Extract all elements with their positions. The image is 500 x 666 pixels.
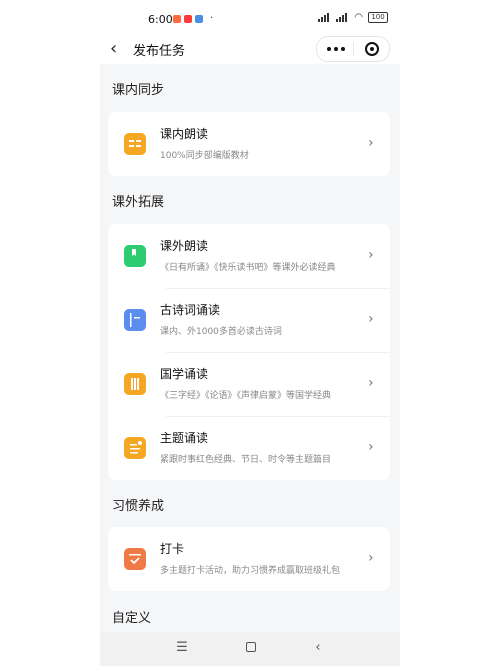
- notification-icons: ·: [173, 13, 213, 24]
- list-item-theme-reading[interactable]: 主题诵读 紧跟时事红色经典、节日、时令等主题篇目 ›: [108, 416, 390, 480]
- status-time: 6:00: [148, 13, 173, 26]
- signal-icon: [336, 13, 349, 22]
- home-icon[interactable]: [246, 642, 256, 652]
- close-mini-program-icon[interactable]: [365, 42, 379, 56]
- chevron-right-icon: ›: [368, 135, 374, 151]
- notification-app-icon: [195, 14, 203, 23]
- menu-icon[interactable]: ☰: [172, 640, 192, 655]
- status-bar: 6:00 · ◠ 100: [100, 0, 400, 36]
- more-options-icon[interactable]: [325, 44, 347, 54]
- chevron-right-icon: ›: [368, 439, 374, 455]
- item-title: 国学诵读: [160, 367, 209, 381]
- book-open-icon: [124, 133, 146, 155]
- section-title-extension: 课外拓展: [112, 195, 165, 210]
- item-description: 《三字经》《论语》《声律启蒙》等国学经典: [160, 391, 332, 401]
- item-description: 100%同步部编版教材: [160, 151, 249, 161]
- calendar-check-icon: [124, 548, 146, 570]
- scroll-icon: [124, 373, 146, 395]
- chevron-right-icon: ›: [368, 311, 374, 327]
- item-title: 课内朗读: [160, 127, 209, 141]
- section-title-custom: 自定义: [112, 611, 152, 626]
- list-item-poetry[interactable]: 古诗词诵读 课内、外1000多首必读古诗词 ›: [108, 288, 390, 352]
- app-screen: 6:00 · ◠ 100 ‹ 发布任务 课内同步 课内朗读 100%同步部编版教…: [100, 0, 400, 666]
- item-description: 多主题打卡活动，助力习惯养成赢取班级礼包: [160, 566, 341, 576]
- document-icon: [124, 437, 146, 459]
- capsule-divider: [353, 42, 354, 56]
- item-title: 打卡: [160, 542, 185, 556]
- status-indicators: ◠ 100: [318, 12, 388, 23]
- card-habits: 打卡 多主题打卡活动，助力习惯养成赢取班级礼包 ›: [108, 527, 390, 591]
- chevron-right-icon: ›: [368, 375, 374, 391]
- page-title: 发布任务: [133, 44, 186, 59]
- bookmark-icon: [124, 245, 146, 267]
- chevron-right-icon: ›: [368, 550, 374, 566]
- item-description: 课内、外1000多首必读古诗词: [160, 327, 282, 337]
- wifi-icon: ◠: [354, 11, 363, 23]
- notification-app-icon: [173, 14, 181, 23]
- section-title-habits: 习惯养成: [112, 499, 165, 514]
- mini-program-capsule: [316, 36, 390, 62]
- back-icon[interactable]: ‹: [308, 640, 328, 655]
- list-item-class-reading[interactable]: 课内朗读 100%同步部编版教材 ›: [108, 112, 390, 176]
- signal-icon: [318, 13, 331, 22]
- list-item-classics[interactable]: 国学诵读 《三字经》《论语》《声律启蒙》等国学经典 ›: [108, 352, 390, 416]
- back-arrow-icon[interactable]: ‹: [110, 40, 124, 58]
- notification-app-icon: [184, 14, 192, 23]
- list-item-check-in[interactable]: 打卡 多主题打卡活动，助力习惯养成赢取班级礼包 ›: [108, 527, 390, 591]
- item-title: 主题诵读: [160, 431, 209, 445]
- top-navigation-bar: ‹ 发布任务: [100, 36, 400, 64]
- chevron-right-icon: ›: [368, 247, 374, 263]
- card-sync: 课内朗读 100%同步部编版教材 ›: [108, 112, 390, 176]
- status-dot: ·: [210, 13, 214, 24]
- notebook-icon: [124, 309, 146, 331]
- list-item-extra-reading[interactable]: 课外朗读 《日有所诵》《快乐读书吧》等课外必读经典 ›: [108, 224, 390, 288]
- item-description: 紧跟时事红色经典、节日、时令等主题篇目: [160, 455, 332, 465]
- item-title: 古诗词诵读: [160, 303, 221, 317]
- system-navigation-bar: ☰ ‹: [100, 632, 400, 666]
- battery-icon: 100: [368, 12, 388, 23]
- section-title-sync: 课内同步: [112, 83, 165, 98]
- item-title: 课外朗读: [160, 239, 209, 253]
- card-extension: 课外朗读 《日有所诵》《快乐读书吧》等课外必读经典 › 古诗词诵读 课内、外10…: [108, 224, 390, 480]
- item-description: 《日有所诵》《快乐读书吧》等课外必读经典: [160, 263, 336, 273]
